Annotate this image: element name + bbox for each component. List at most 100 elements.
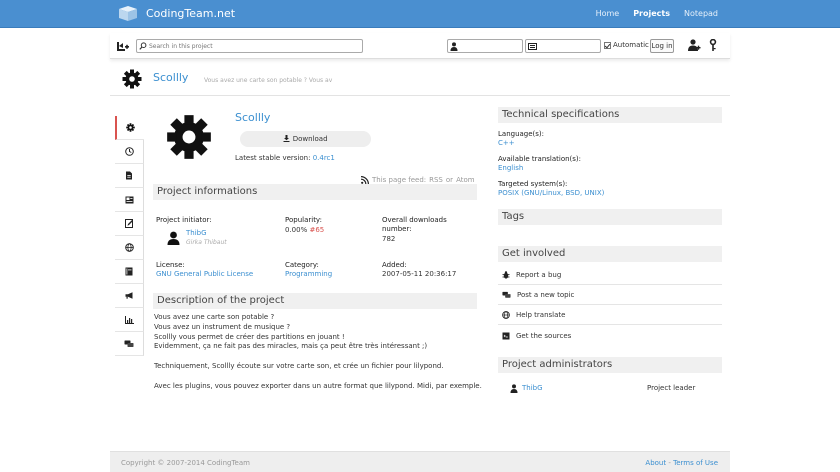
initiator-realname: Girka Thibaut [186, 239, 227, 246]
page-title[interactable]: Scollly [153, 71, 188, 84]
cube-logo-icon[interactable] [118, 5, 138, 22]
add-project-icon[interactable] [116, 40, 130, 53]
category-label: Category: [285, 261, 319, 269]
globe-icon [502, 311, 510, 319]
description-line [154, 372, 484, 382]
tab-edit[interactable] [115, 212, 144, 236]
chart-icon [124, 315, 134, 324]
post-topic-link[interactable]: Post a new topic [498, 286, 722, 305]
project-gear-icon [122, 69, 142, 89]
nav-projects[interactable]: Projects [633, 9, 670, 18]
downloads-label-line1: Overall downloads [382, 216, 447, 224]
main-nav: Home Projects Notepad [596, 9, 718, 18]
license-link[interactable]: GNU General Public License [156, 270, 253, 278]
header-divider [110, 95, 730, 96]
admin-role: Project leader [647, 384, 696, 392]
description-line: Evidemment, ça ne fait pas des miracles,… [154, 342, 428, 351]
admin-name-link[interactable]: ThibG [522, 384, 543, 392]
footer-about-link[interactable]: About [645, 459, 666, 467]
tab-website[interactable] [115, 236, 144, 260]
automatic-option[interactable]: Automatic [604, 41, 649, 49]
language-link[interactable]: C++ [498, 139, 515, 147]
initiator-label: Project initiator: [156, 216, 212, 224]
project-title[interactable]: Scollly [235, 111, 270, 124]
site-title[interactable]: CodingTeam.net [146, 7, 235, 20]
footer-terms-link[interactable]: Terms of Use [673, 459, 718, 467]
search-icon [139, 42, 147, 50]
document-icon [126, 171, 132, 180]
feed-rss-link[interactable]: RSS [429, 176, 443, 184]
chat-icon [124, 340, 134, 347]
help-translate-link[interactable]: Help translate [498, 306, 722, 325]
get-sources-link[interactable]: Get the sources [498, 326, 722, 345]
tab-files[interactable] [115, 164, 144, 188]
description-line [154, 352, 484, 362]
license-label: License: [156, 261, 185, 269]
footer-copyright: Copyright © 2007-2014 CodingTeam [121, 459, 250, 467]
tab-news[interactable] [115, 188, 144, 212]
tags-heading: Tags [498, 209, 722, 225]
feed-label: This page feed: [372, 176, 427, 184]
tab-forum[interactable] [115, 332, 144, 356]
tab-documentation[interactable] [115, 260, 144, 284]
description-line: Avec les plugins, vous pouvez exporter d… [154, 381, 482, 390]
search-field[interactable] [136, 39, 363, 53]
report-bug-label: Report a bug [516, 271, 562, 279]
username-field[interactable] [447, 39, 523, 53]
translation-label: Available translation(s): [498, 155, 582, 163]
feed-or: or [445, 176, 454, 184]
chat-icon [502, 291, 511, 298]
admin-user-icon [510, 384, 518, 393]
description-line: Techniquement, Scollly écoute sur votre … [154, 361, 444, 370]
automatic-checkbox[interactable] [604, 41, 611, 49]
tab-overview[interactable] [115, 116, 144, 140]
password-field[interactable] [525, 39, 601, 53]
login-button[interactable]: Log in [650, 39, 674, 53]
project-tagline: Vous avez une carte son potable ? Vous a… [204, 77, 333, 84]
tab-statistics[interactable] [115, 308, 144, 332]
globe-icon [124, 243, 134, 252]
report-bug-link[interactable]: Report a bug [498, 266, 722, 285]
nav-home[interactable]: Home [596, 9, 620, 18]
popularity-rank[interactable]: #65 [309, 226, 324, 234]
feed-atom-link[interactable]: Atom [456, 176, 475, 184]
search-input[interactable] [149, 40, 359, 52]
translation-link[interactable]: English [498, 164, 523, 172]
nav-notepad[interactable]: Notepad [684, 9, 718, 18]
key-icon[interactable] [709, 39, 717, 52]
admins-heading: Project administrators [498, 357, 722, 373]
systems-label: Targeted system(s): [498, 180, 568, 188]
megaphone-icon [125, 292, 132, 299]
initiator-avatar-icon [167, 231, 180, 245]
project-vertical-tabs [115, 116, 144, 356]
clock-icon [124, 147, 134, 156]
category-link[interactable]: Programming [285, 270, 332, 278]
description-line: Vous avez un instrument de musique ? [154, 322, 291, 331]
tech-specs-heading: Technical specifications [498, 107, 722, 123]
project-info-heading: Project informations [153, 184, 477, 200]
top-navbar: CodingTeam.net Home Projects Notepad [0, 0, 840, 28]
tab-history[interactable] [115, 140, 144, 164]
source-code-icon [502, 332, 510, 339]
initiator-name-link[interactable]: ThibG [186, 229, 207, 237]
latest-version-link[interactable]: 0.4rc1 [313, 154, 335, 162]
popularity-label: Popularity: [285, 216, 322, 224]
systems-link[interactable]: POSIX (GNU/Linux, BSD, UNIX) [498, 189, 604, 197]
description-line: Scollly vous permet de créer des partiti… [154, 332, 345, 341]
description-line: Vous avez une carte son potable ? [154, 313, 275, 321]
get-sources-label: Get the sources [516, 331, 572, 340]
added-label: Added: [382, 261, 407, 269]
help-translate-label: Help translate [516, 311, 566, 319]
rss-icon [361, 176, 369, 184]
book-icon [125, 267, 133, 276]
download-icon [283, 135, 290, 142]
download-button[interactable]: Download [240, 131, 371, 147]
language-label: Language(s): [498, 130, 545, 138]
tab-announcements[interactable] [115, 284, 144, 308]
popularity-value: 0.00% #65 [285, 226, 324, 234]
edit-icon [124, 219, 133, 228]
keyboard-icon [528, 43, 537, 50]
bug-icon [502, 271, 510, 279]
project-description: Vous avez une carte son potable ? Vous a… [154, 313, 484, 391]
register-user-icon[interactable] [688, 39, 701, 52]
